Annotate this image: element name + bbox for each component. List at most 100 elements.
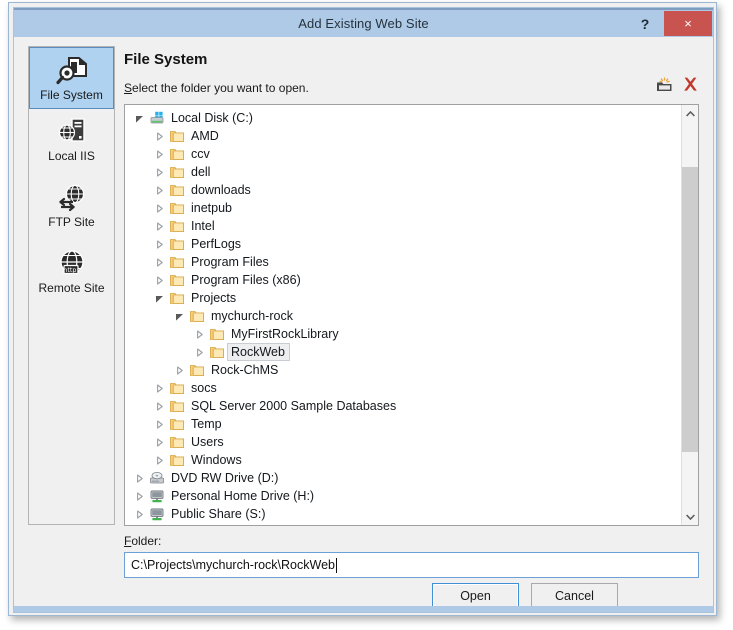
folder-label: Folder: xyxy=(124,534,161,548)
tree-item-label: PerfLogs xyxy=(191,237,242,251)
location-type-sidebar: File System Local IIS FTP Site http: Rem… xyxy=(28,46,115,525)
folder-icon xyxy=(167,451,187,469)
tree-item-label: socs xyxy=(191,381,217,395)
tree-item-label: Users xyxy=(191,435,224,449)
chevron-right-icon[interactable] xyxy=(151,253,167,271)
folder-icon xyxy=(167,127,187,145)
sidebar-item-ftp-site[interactable]: FTP Site xyxy=(29,179,114,241)
chevron-right-icon[interactable] xyxy=(151,181,167,199)
chevron-right-icon[interactable] xyxy=(171,361,187,379)
tree-item-label: ccv xyxy=(191,147,210,161)
tree-item[interactable]: inetpub xyxy=(125,199,681,217)
chevron-right-icon[interactable] xyxy=(131,487,147,505)
tree-rows: Local Disk (C:) AMD ccv dell downloads inetpu… xyxy=(125,109,681,523)
tree-item-label: mychurch-rock xyxy=(211,309,293,323)
subtitle-accel: S xyxy=(124,81,133,95)
new-folder-icon[interactable] xyxy=(656,76,673,93)
scroll-down-icon[interactable] xyxy=(682,508,698,525)
folder-icon xyxy=(207,343,227,361)
chevron-right-icon[interactable] xyxy=(131,505,147,523)
tree-item[interactable]: AMD xyxy=(125,127,681,145)
tree-item[interactable]: mychurch-rock xyxy=(125,307,681,325)
tree-item[interactable]: Projects xyxy=(125,289,681,307)
folder-icon xyxy=(167,289,187,307)
tree-item[interactable]: Program Files xyxy=(125,253,681,271)
folder-path-input[interactable]: C:\Projects\mychurch-rock\RockWeb xyxy=(124,552,699,578)
tree-scrollbar[interactable] xyxy=(681,105,698,525)
chevron-right-icon[interactable] xyxy=(191,343,207,361)
chevron-right-icon[interactable] xyxy=(151,433,167,451)
remote-site-icon: http: xyxy=(29,245,114,281)
sidebar-item-remote-site[interactable]: http: Remote Site xyxy=(29,245,114,307)
tree-item-label: Temp xyxy=(191,417,222,431)
tree-item-label: Projects xyxy=(191,291,237,305)
chevron-right-icon[interactable] xyxy=(151,271,167,289)
tree-item[interactable]: Windows xyxy=(125,451,681,469)
sidebar-item-file-system[interactable]: File System xyxy=(29,47,114,109)
tree-item-label: Local Disk (C:) xyxy=(171,111,253,125)
chevron-right-icon[interactable] xyxy=(151,199,167,217)
tree-item[interactable]: SQL Server 2000 Sample Databases xyxy=(125,397,681,415)
chevron-right-icon[interactable] xyxy=(151,379,167,397)
chevron-right-icon[interactable] xyxy=(151,451,167,469)
tree-item-label: Personal Home Drive (H:) xyxy=(171,489,315,503)
tree-item-label: inetpub xyxy=(191,201,233,215)
hard-drive-icon xyxy=(147,109,167,127)
tree-item[interactable]: Temp xyxy=(125,415,681,433)
tree-item-label: RockWeb xyxy=(227,343,290,361)
help-button[interactable]: ? xyxy=(635,14,655,35)
tree-item[interactable]: MyFirstRockLibrary xyxy=(125,325,681,343)
chevron-right-icon[interactable] xyxy=(151,415,167,433)
tree-item[interactable]: socs xyxy=(125,379,681,397)
tree-item[interactable]: RockWeb xyxy=(125,343,681,361)
sidebar-item-local-iis[interactable]: Local IIS xyxy=(29,113,114,175)
tree-item[interactable]: DVD RW Drive (D:) xyxy=(125,469,681,487)
tree-item[interactable]: Personal Home Drive (H:) xyxy=(125,487,681,505)
chevron-right-icon[interactable] xyxy=(151,235,167,253)
dialog-bottom-strip xyxy=(14,606,713,612)
tree-item[interactable]: downloads xyxy=(125,181,681,199)
tree-item[interactable]: Users xyxy=(125,433,681,451)
file-system-icon xyxy=(30,52,113,88)
tree-item[interactable]: ccv xyxy=(125,145,681,163)
chevron-right-icon[interactable] xyxy=(151,163,167,181)
subtitle-rest: elect the folder you want to open. xyxy=(132,81,309,95)
sidebar-item-label: FTP Site xyxy=(48,215,95,229)
scrollbar-thumb[interactable] xyxy=(682,167,698,452)
add-existing-web-site-dialog: Add Existing Web Site ? × File System Lo… xyxy=(8,2,717,616)
chevron-down-icon[interactable] xyxy=(131,109,147,127)
scroll-up-icon[interactable] xyxy=(682,105,698,122)
tree-toolbar xyxy=(656,76,699,93)
text-caret xyxy=(336,557,337,573)
tree-item[interactable]: Program Files (x86) xyxy=(125,271,681,289)
tree-item[interactable]: Local Disk (C:) xyxy=(125,109,681,127)
tree-item-label: downloads xyxy=(191,183,251,197)
folder-icon xyxy=(167,217,187,235)
tree-item[interactable]: Rock-ChMS xyxy=(125,361,681,379)
tree-item-label: SQL Server 2000 Sample Databases xyxy=(191,399,397,413)
delete-icon[interactable] xyxy=(682,76,699,93)
page-title: File System xyxy=(124,51,208,68)
chevron-right-icon[interactable] xyxy=(151,217,167,235)
folder-icon xyxy=(207,325,227,343)
tree-item[interactable]: PerfLogs xyxy=(125,235,681,253)
chevron-right-icon[interactable] xyxy=(131,469,147,487)
tree-item[interactable]: Public Share (S:) xyxy=(125,505,681,523)
close-button[interactable]: × xyxy=(664,11,712,36)
folder-icon xyxy=(167,145,187,163)
tree-item-label: Program Files xyxy=(191,255,269,269)
tree-item[interactable]: Intel xyxy=(125,217,681,235)
tree-item-label: MyFirstRockLibrary xyxy=(231,327,339,341)
chevron-right-icon[interactable] xyxy=(151,127,167,145)
chevron-right-icon[interactable] xyxy=(151,145,167,163)
folder-tree[interactable]: Local Disk (C:) AMD ccv dell downloads inetpu… xyxy=(124,104,699,526)
tree-item-label: Rock-ChMS xyxy=(211,363,279,377)
chevron-right-icon[interactable] xyxy=(191,325,207,343)
chevron-down-icon[interactable] xyxy=(171,307,187,325)
folder-label-rest: older: xyxy=(131,534,162,548)
tree-item-label: dell xyxy=(191,165,211,179)
chevron-down-icon[interactable] xyxy=(151,289,167,307)
chevron-right-icon[interactable] xyxy=(151,397,167,415)
tree-item[interactable]: dell xyxy=(125,163,681,181)
folder-icon xyxy=(167,181,187,199)
